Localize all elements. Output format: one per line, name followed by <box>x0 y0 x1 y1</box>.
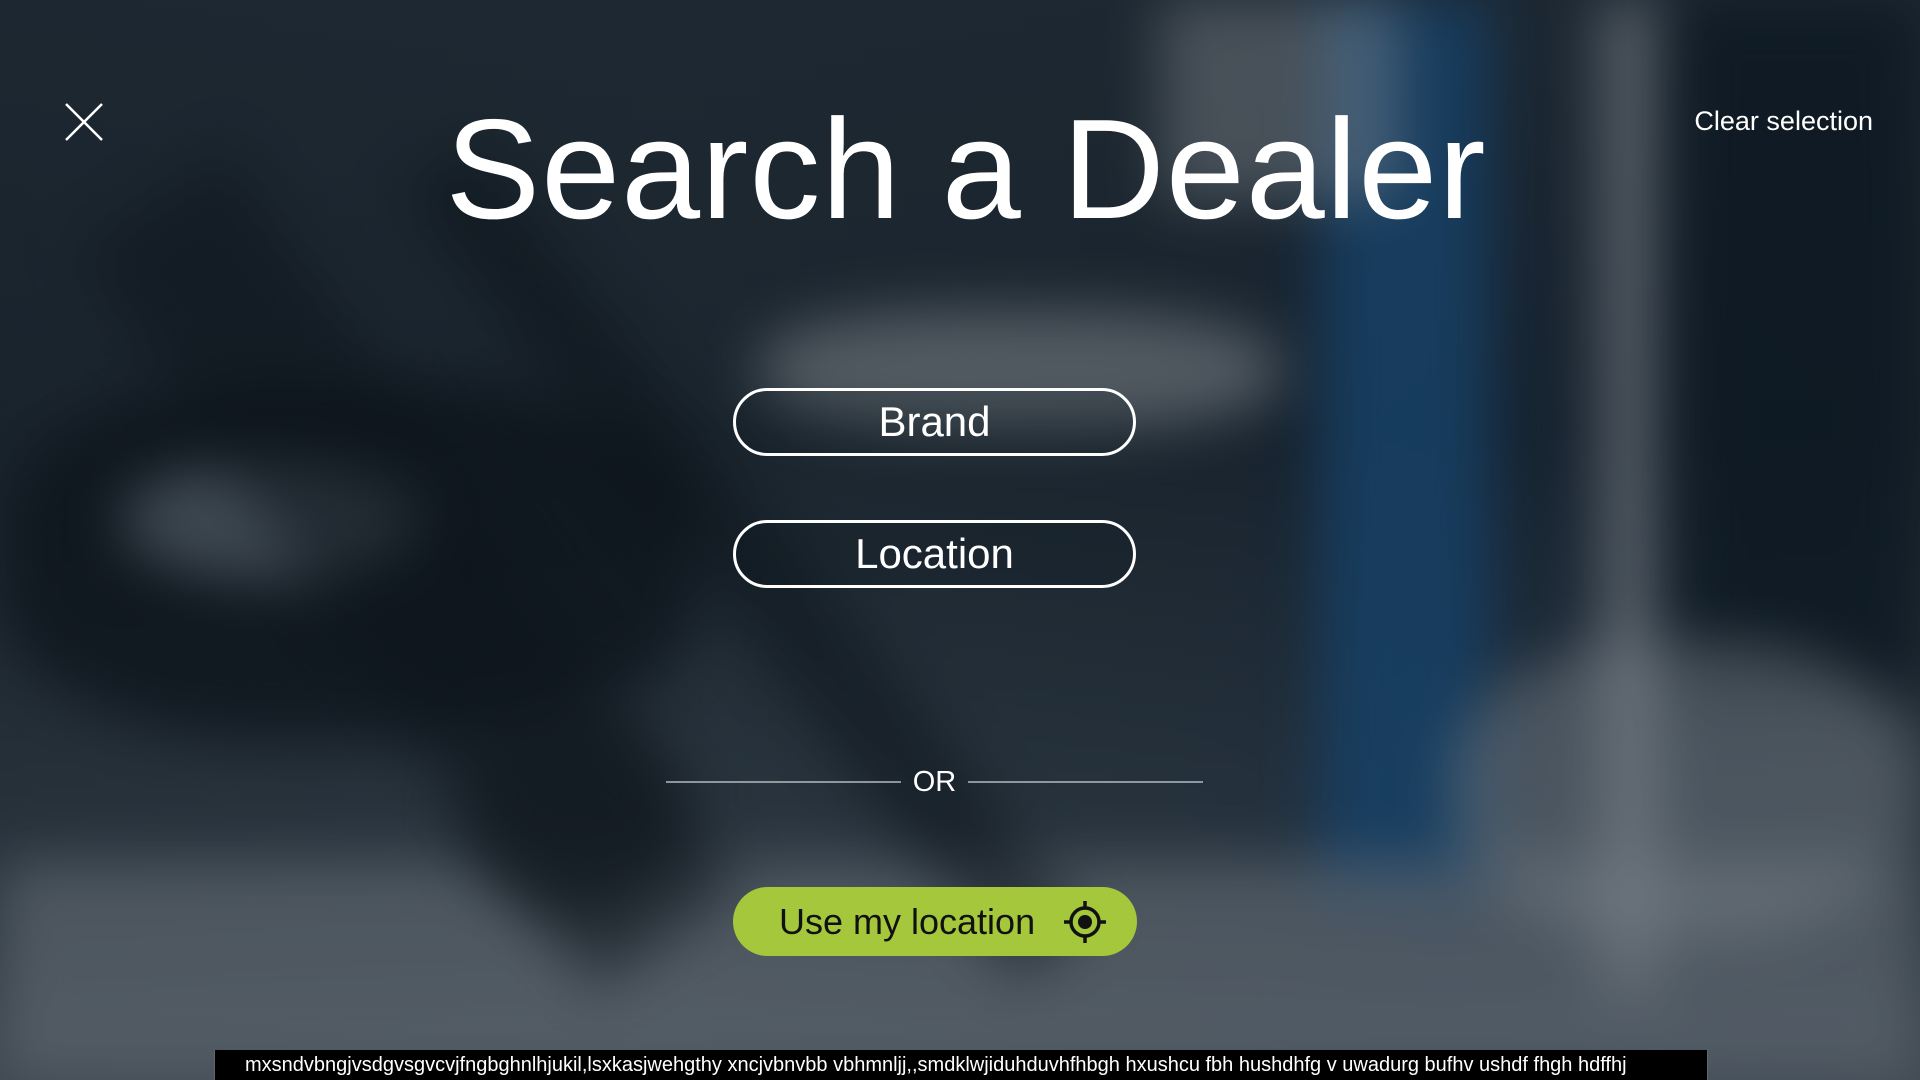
use-my-location-label: Use my location <box>779 900 1036 942</box>
or-label: OR <box>912 765 957 798</box>
location-select-button[interactable]: Location <box>733 520 1136 588</box>
brand-select-button[interactable]: Brand <box>733 388 1136 456</box>
divider-line-right <box>968 781 1203 783</box>
dealer-search-screen: Clear selection Search a Dealer Brand Lo… <box>0 0 1920 1080</box>
use-my-location-button[interactable]: Use my location <box>733 887 1137 956</box>
or-divider: OR <box>666 764 1203 800</box>
ticker-bar: mxsndvbngjvsdgvsgvcvjfngbghnlhjukil,lsxk… <box>214 1050 1708 1080</box>
divider-line-left <box>666 781 901 783</box>
crosshair-target-icon <box>1064 900 1106 943</box>
page-title: Search a Dealer <box>445 90 1487 249</box>
